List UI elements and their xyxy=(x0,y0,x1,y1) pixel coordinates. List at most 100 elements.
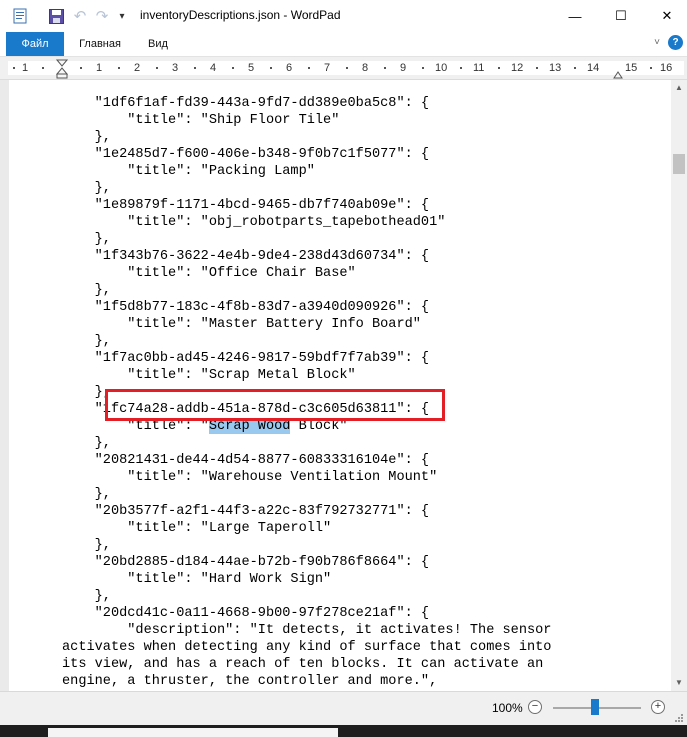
ruler-number: 13 xyxy=(549,62,562,74)
text-line: "title": "Warehouse Ventilation Mount" xyxy=(62,470,438,485)
customize-quick-access-icon[interactable]: ▾ xyxy=(114,8,130,24)
text-line: "1e89879f-1171-4bcd-9465-db7f740ab09e": … xyxy=(62,198,430,213)
save-icon[interactable] xyxy=(48,8,64,24)
text-line: "1f343b76-3622-4e4b-9de4-238d43d60734": … xyxy=(62,249,430,264)
close-button[interactable]: ✕ xyxy=(644,0,687,32)
text-line: }, xyxy=(62,130,111,145)
ruler-tick xyxy=(346,67,348,69)
text-line: Block" xyxy=(290,419,348,434)
ruler-tick xyxy=(42,67,44,69)
text-line: "description": "It detects, it activates… xyxy=(62,623,552,638)
scroll-down-icon[interactable]: ▼ xyxy=(671,675,687,691)
ruler-number: 1 xyxy=(22,62,29,74)
right-indent-marker-icon[interactable] xyxy=(613,69,623,79)
text-line: activates when detecting any kind of sur… xyxy=(62,640,552,655)
ruler-tick xyxy=(194,67,196,69)
ruler[interactable]: 1 1 2 3 4 5 6 7 8 9 10 11 12 13 14 15 16 xyxy=(0,56,687,80)
ruler-number: 3 xyxy=(172,62,179,74)
text-line: "title": "Hard Work Sign" xyxy=(62,572,332,587)
zoom-slider-thumb[interactable] xyxy=(591,699,599,715)
vertical-scrollbar[interactable]: ▲ ▼ xyxy=(671,80,687,691)
text-line: "20dcd41c-0a11-4668-9b00-97f278ce21af": … xyxy=(62,606,430,621)
text-line: its view, and has a reach of ten blocks.… xyxy=(62,657,544,672)
text-line: "20bd2885-d184-44ae-b72b-f90b786f8664": … xyxy=(62,555,430,570)
annotation-highlight-box xyxy=(105,389,445,421)
redo-icon[interactable]: ↷ xyxy=(94,8,110,25)
ruler-tick xyxy=(270,67,272,69)
text-line: }, xyxy=(62,232,111,247)
text-line: "1f5d8b77-183c-4f8b-83d7-a3940d090926": … xyxy=(62,300,430,315)
text-line: }, xyxy=(62,487,111,502)
ruler-tick xyxy=(118,67,120,69)
text-line: "title": "Large Taperoll" xyxy=(62,521,332,536)
ruler-number: 10 xyxy=(435,62,448,74)
zoom-level: 100% xyxy=(492,701,523,715)
undo-icon[interactable]: ↶ xyxy=(72,8,88,25)
taskbar xyxy=(0,725,687,737)
ruler-tick xyxy=(308,67,310,69)
text-line: "1df6f1af-fd39-443a-9fd7-dd389e0ba5c8": … xyxy=(62,96,430,111)
text-line: "title": "Scrap Metal Block" xyxy=(62,368,356,383)
ruler-tick xyxy=(650,67,652,69)
text-line: "title": "Ship Floor Tile" xyxy=(62,113,340,128)
text-line: }, xyxy=(62,181,111,196)
status-bar: 100% − + xyxy=(0,691,687,725)
ruler-number: 6 xyxy=(286,62,293,74)
text-line: }, xyxy=(62,385,111,400)
ruler-tick xyxy=(460,67,462,69)
text-line: }, xyxy=(62,334,111,349)
ruler-number: 11 xyxy=(473,62,485,74)
ruler-number: 14 xyxy=(587,62,600,74)
ruler-tick xyxy=(498,67,500,69)
text-line: "1f7ac0bb-ad45-4246-9817-59bdf7f7ab39": … xyxy=(62,351,430,366)
indent-marker-icon[interactable] xyxy=(56,59,68,79)
text-line: "title": "obj_robotparts_tapebothead01" xyxy=(62,215,446,230)
taskbar-window-preview[interactable] xyxy=(48,728,338,737)
window-title: inventoryDescriptions.json - WordPad xyxy=(140,8,341,22)
text-line: "title": "Office Chair Base" xyxy=(62,266,356,281)
ruler-tick xyxy=(232,67,234,69)
ruler-number: 7 xyxy=(324,62,331,74)
ruler-number: 8 xyxy=(362,62,369,74)
ruler-tick xyxy=(422,67,424,69)
text-line: }, xyxy=(62,436,111,451)
ruler-tick xyxy=(80,67,82,69)
zoom-in-button[interactable]: + xyxy=(651,700,665,714)
wordpad-app-icon[interactable] xyxy=(12,8,28,24)
chevron-up-icon[interactable]: ˅ xyxy=(650,36,664,50)
ribbon-tabs: Файл Главная Вид ˅ ? xyxy=(0,32,687,56)
tab-file[interactable]: Файл xyxy=(6,32,64,56)
text-line: }, xyxy=(62,589,111,604)
ruler-number: 5 xyxy=(248,62,255,74)
maximize-button[interactable]: ☐ xyxy=(598,0,644,32)
text-line: }, xyxy=(62,538,111,553)
document-area[interactable]: "1df6f1af-fd39-443a-9fd7-dd389e0ba5c8": … xyxy=(0,80,671,691)
ruler-tick xyxy=(13,67,15,69)
text-line: engine, a thruster, the controller and m… xyxy=(62,674,438,689)
text-line: "title": "Master Battery Info Board" xyxy=(62,317,421,332)
text-line: "20b3577f-a2f1-44f3-a22c-83f792732771": … xyxy=(62,504,430,519)
text-line: "1e2485d7-f600-406e-b348-9f0b7c1f5077": … xyxy=(62,147,430,162)
tab-home[interactable]: Главная xyxy=(70,32,130,56)
ruler-number: 2 xyxy=(134,62,141,74)
ruler-tick xyxy=(384,67,386,69)
title-bar: ↶ ↷ ▾ inventoryDescriptions.json - WordP… xyxy=(0,0,687,32)
ruler-number: 16 xyxy=(660,62,673,74)
help-icon[interactable]: ? xyxy=(668,35,683,50)
ruler-number: 4 xyxy=(210,62,217,74)
minimize-button[interactable]: — xyxy=(552,0,598,32)
scroll-up-icon[interactable]: ▲ xyxy=(671,80,687,96)
page-margin xyxy=(0,80,9,691)
ruler-tick xyxy=(536,67,538,69)
ruler-number: 9 xyxy=(400,62,407,74)
selected-text[interactable]: Scrap Wood xyxy=(208,419,291,434)
text-line: }, xyxy=(62,283,111,298)
ruler-number: 12 xyxy=(511,62,524,74)
text-line: "title": " xyxy=(62,419,209,434)
ruler-number: 15 xyxy=(625,62,638,74)
tab-view[interactable]: Вид xyxy=(138,32,178,56)
resize-grip-icon[interactable] xyxy=(675,714,683,722)
text-line: "20821431-de44-4d54-8877-60833316104e": … xyxy=(62,453,430,468)
scrollbar-thumb[interactable] xyxy=(673,154,685,174)
zoom-out-button[interactable]: − xyxy=(528,700,542,714)
